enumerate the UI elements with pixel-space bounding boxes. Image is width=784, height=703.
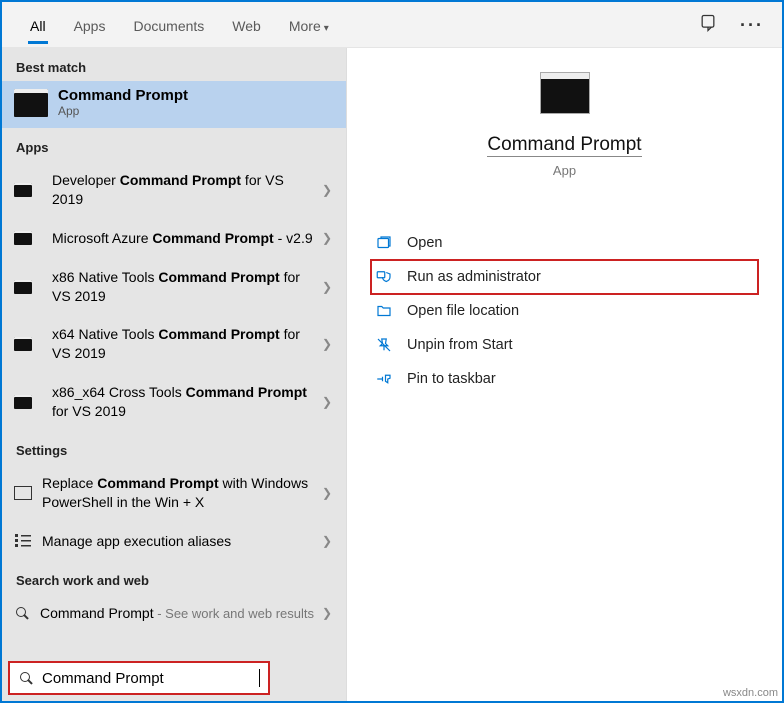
section-settings: Settings xyxy=(2,431,346,464)
app-result[interactable]: x86_x64 Cross Tools Command Prompt for V… xyxy=(2,373,346,431)
results-panel: Best match Command Prompt App Apps Devel… xyxy=(2,48,346,701)
unpin-icon xyxy=(375,336,393,354)
search-icon xyxy=(14,605,30,621)
action-open[interactable]: Open xyxy=(371,226,758,260)
search-input[interactable] xyxy=(42,670,251,687)
shield-icon xyxy=(375,268,393,286)
command-prompt-icon xyxy=(14,337,32,351)
search-icon xyxy=(18,670,34,686)
chevron-right-icon[interactable]: ❯ xyxy=(322,606,332,620)
more-options-icon[interactable]: ··· xyxy=(740,15,764,36)
folder-icon xyxy=(375,302,393,320)
action-run-as-administrator[interactable]: Run as administrator xyxy=(371,260,758,294)
web-result[interactable]: Command Prompt - See work and web result… xyxy=(2,594,346,633)
action-pin-to-taskbar[interactable]: Pin to taskbar xyxy=(371,362,758,396)
search-filter-tabs: All Apps Documents Web More▾ ··· xyxy=(2,2,782,48)
command-prompt-icon xyxy=(14,395,32,409)
app-result[interactable]: Developer Command Prompt for VS 2019 ❯ xyxy=(2,161,346,219)
tab-web[interactable]: Web xyxy=(218,6,275,44)
chevron-right-icon[interactable]: ❯ xyxy=(322,183,332,197)
pin-icon xyxy=(375,370,393,388)
action-open-file-location[interactable]: Open file location xyxy=(371,294,758,328)
command-prompt-icon xyxy=(14,183,32,197)
section-apps: Apps xyxy=(2,128,346,161)
command-prompt-icon xyxy=(14,231,32,245)
settings-result[interactable]: Replace Command Prompt with Windows Powe… xyxy=(2,464,346,522)
command-prompt-icon xyxy=(14,280,32,294)
search-input-box[interactable] xyxy=(8,661,270,695)
best-match-subtitle: App xyxy=(58,104,188,118)
chevron-right-icon[interactable]: ❯ xyxy=(322,337,332,351)
chevron-right-icon[interactable]: ❯ xyxy=(322,486,332,500)
action-unpin-from-start[interactable]: Unpin from Start xyxy=(371,328,758,362)
chevron-right-icon[interactable]: ❯ xyxy=(322,395,332,409)
section-best-match: Best match xyxy=(2,48,346,81)
feedback-icon[interactable] xyxy=(698,13,718,38)
settings-result[interactable]: Manage app execution aliases ❯ xyxy=(2,522,346,561)
tab-documents[interactable]: Documents xyxy=(119,6,218,44)
list-icon xyxy=(14,532,32,550)
section-search-web: Search work and web xyxy=(2,561,346,594)
text-cursor xyxy=(259,669,260,687)
watermark: wsxdn.com xyxy=(723,687,778,699)
preview-title[interactable]: Command Prompt xyxy=(487,134,641,157)
replace-cmd-icon xyxy=(14,484,32,502)
tab-more[interactable]: More▾ xyxy=(275,6,343,44)
chevron-right-icon[interactable]: ❯ xyxy=(322,280,332,294)
chevron-right-icon[interactable]: ❯ xyxy=(322,534,332,548)
chevron-down-icon: ▾ xyxy=(324,23,329,34)
best-match-item[interactable]: Command Prompt App xyxy=(2,81,346,128)
chevron-right-icon[interactable]: ❯ xyxy=(322,231,332,245)
app-result[interactable]: x86 Native Tools Command Prompt for VS 2… xyxy=(2,258,346,316)
tab-apps[interactable]: Apps xyxy=(60,6,120,44)
preview-subtitle: App xyxy=(371,163,758,178)
tab-all[interactable]: All xyxy=(16,6,60,44)
preview-panel: Command Prompt App Open Run as administr… xyxy=(346,48,782,701)
open-icon xyxy=(375,234,393,252)
app-result[interactable]: x64 Native Tools Command Prompt for VS 2… xyxy=(2,315,346,373)
command-prompt-icon xyxy=(540,72,590,114)
command-prompt-icon xyxy=(14,89,48,117)
app-result[interactable]: Microsoft Azure Command Prompt - v2.9 ❯ xyxy=(2,219,346,258)
best-match-title: Command Prompt xyxy=(58,87,188,104)
